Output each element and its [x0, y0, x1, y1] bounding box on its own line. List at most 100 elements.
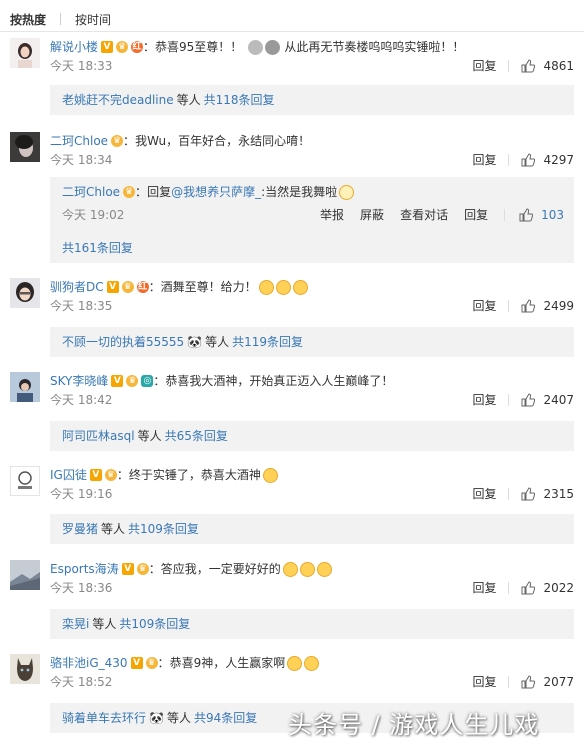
username-link[interactable]: 二珂Chloe [50, 132, 108, 150]
replies-summary[interactable]: 罗曼猪 等人 共109条回复 [50, 514, 574, 544]
timestamp: 今天 18:42 [50, 393, 113, 407]
crown-badge-icon[interactable]: ♛ [104, 469, 117, 481]
comment-text-cont: 从此再无节奏楼呜呜呜实锤啦！！ [284, 40, 465, 54]
vip-badge-icon[interactable]: V [130, 657, 143, 669]
red-badge-icon[interactable]: 红 [131, 41, 144, 53]
thumbs-up-icon[interactable] [521, 393, 536, 407]
reply-button[interactable]: 回复 [472, 57, 496, 75]
username-link[interactable]: IG囚徒 [50, 466, 87, 484]
sad-emoji-icon [299, 561, 315, 577]
username-link[interactable]: 驯狗者DC [50, 278, 104, 296]
nested-reply-text: :当然是我舞啦 [261, 185, 338, 199]
avatar[interactable] [10, 372, 40, 402]
vip-badge-icon[interactable]: V [121, 563, 134, 575]
comment-line: Esports海涛 V ♛ ： 答应我，一定要好好的 [50, 560, 574, 578]
crown-badge-icon[interactable]: ♛ [123, 186, 136, 198]
avatar[interactable] [10, 278, 40, 308]
avatar[interactable] [10, 654, 40, 684]
thumbs-up-icon[interactable] [521, 675, 536, 689]
view-conversation-button[interactable]: 查看对话 [400, 206, 448, 224]
reply-button[interactable]: 回复 [472, 391, 496, 409]
panda-emoji-icon: 🐼 [187, 335, 203, 349]
thumbs-up-icon[interactable] [521, 487, 536, 501]
comment-line: IG囚徒 V ♛ ： 终于实锤了，恭喜大酒神 [50, 466, 574, 484]
red-badge-icon[interactable]: 红 [136, 281, 149, 293]
comment-line: 解说小楼 V ♛ 红 ： 恭喜95至尊！！ 从此再无节奏楼呜呜呜实锤啦！！ [50, 38, 574, 56]
reply-button[interactable]: 回复 [472, 579, 496, 597]
like-count: 4861 [543, 59, 574, 73]
reply-user-link[interactable]: 骑着单车去环行 [62, 709, 146, 727]
sad-emoji-icon [282, 561, 298, 577]
username-link[interactable]: 骆非池iG_430 [50, 654, 128, 672]
timestamp: 今天 18:35 [50, 299, 113, 313]
reply-button[interactable]: 回复 [472, 673, 496, 691]
tab-sort-by-hot[interactable]: 按热度 [10, 11, 46, 28]
comment-item: 驯狗者DC V ♛ 红 ： 酒舞至尊！给力！ 今天 18:35 回复 2499 … [0, 278, 584, 358]
avatar[interactable] [10, 132, 40, 162]
replies-count-link[interactable]: 共109条回复 [128, 520, 199, 538]
block-button[interactable]: 屏蔽 [360, 206, 384, 224]
reply-button[interactable]: 回复 [472, 485, 496, 503]
divider [508, 676, 510, 688]
camera-badge-icon[interactable]: ◎ [141, 375, 154, 387]
reply-user-link[interactable]: 不顾一切的执着55555 [62, 333, 184, 351]
vip-badge-icon[interactable]: V [111, 375, 124, 387]
username-link[interactable]: Esports海涛 [50, 560, 119, 578]
username-link[interactable]: SKY李晓峰 [50, 372, 108, 390]
thumbs-up-icon[interactable] [521, 581, 536, 595]
timestamp: 今天 18:34 [50, 153, 113, 167]
timestamp: 今天 18:52 [50, 675, 113, 689]
replies-summary[interactable]: 不顾一切的执着55555 🐼 等人 共119条回复 [50, 327, 574, 357]
replies-count-link[interactable]: 共109条回复 [119, 615, 190, 633]
replies-count-link[interactable]: 共119条回复 [232, 333, 303, 351]
reply-button[interactable]: 回复 [472, 151, 496, 169]
like-count: 2499 [543, 299, 574, 313]
vip-badge-icon[interactable]: V [89, 469, 102, 481]
crown-badge-icon[interactable]: ♛ [136, 563, 149, 575]
like-count: 2022 [543, 581, 574, 595]
replies-summary-line: 栾晃i 等人 共109条回复 [62, 615, 564, 633]
replies-count-link[interactable]: 共118条回复 [204, 91, 275, 109]
comment-item: Esports海涛 V ♛ ： 答应我，一定要好好的 今天 18:36 回复 2… [0, 560, 584, 640]
trophy-badge-icon[interactable]: ♛ [121, 281, 134, 293]
replies-summary-line: 老姚赶不完deadline 等人 共118条回复 [62, 91, 564, 109]
tab-sort-by-time[interactable]: 按时间 [75, 11, 111, 28]
replies-summary[interactable]: 阿司匹林asql 等人 共65条回复 [50, 421, 574, 451]
vip-badge-icon[interactable]: V [106, 281, 119, 293]
crown-badge-icon[interactable]: ♛ [116, 41, 129, 53]
colon: ： [116, 468, 129, 482]
thumbs-up-icon[interactable] [521, 59, 536, 73]
actions: 回复 2499 [472, 297, 574, 315]
report-button[interactable]: 举报 [320, 206, 344, 224]
divider [508, 394, 510, 406]
crown-badge-icon[interactable]: ♛ [126, 375, 139, 387]
reply-user-link[interactable]: 罗曼猪 [62, 520, 98, 538]
crown-badge-icon[interactable]: ♛ [111, 135, 124, 147]
reply-user-link[interactable]: 栾晃i [62, 615, 89, 633]
comment-line: 二珂Chloe ♛ ： 我Wu，百年好合，永结同心唷！ [50, 132, 574, 150]
thumbs-up-icon[interactable] [521, 153, 536, 167]
reply-user-link[interactable]: 阿司匹林asql [62, 427, 135, 445]
avatar[interactable] [10, 38, 40, 68]
mention-link[interactable]: @我想养只萨摩_ [171, 183, 261, 201]
nested-meta-row: 今天 19:02 举报 屏蔽 查看对话 回复 103 [62, 206, 564, 224]
username-link[interactable]: 解说小楼 [50, 38, 98, 56]
others-label: 等人 [176, 93, 201, 107]
avatar[interactable] [10, 466, 40, 496]
replies-count-link[interactable]: 共65条回复 [165, 427, 228, 445]
avatar[interactable] [10, 560, 40, 590]
nested-username-link[interactable]: 二珂Chloe [62, 183, 120, 201]
replies-summary[interactable]: 老姚赶不完deadline 等人 共118条回复 [50, 85, 574, 115]
replies-summary[interactable]: 栾晃i 等人 共109条回复 [50, 609, 574, 639]
vip-badge-icon[interactable]: V [101, 41, 114, 53]
sticker-face-icon [248, 39, 264, 55]
thumbs-up-icon[interactable] [519, 208, 534, 222]
reply-button[interactable]: 回复 [464, 206, 488, 224]
reply-button[interactable]: 回复 [472, 297, 496, 315]
reply-user-link[interactable]: 老姚赶不完deadline [62, 91, 174, 109]
replies-count-link[interactable]: 共161条回复 [62, 239, 133, 257]
comment-text: 恭喜9神，人生赢家啊 [169, 656, 286, 670]
thumbs-up-icon[interactable] [521, 299, 536, 313]
crown-badge-icon[interactable]: ♛ [145, 657, 158, 669]
replies-count-link[interactable]: 共94条回复 [194, 709, 257, 727]
